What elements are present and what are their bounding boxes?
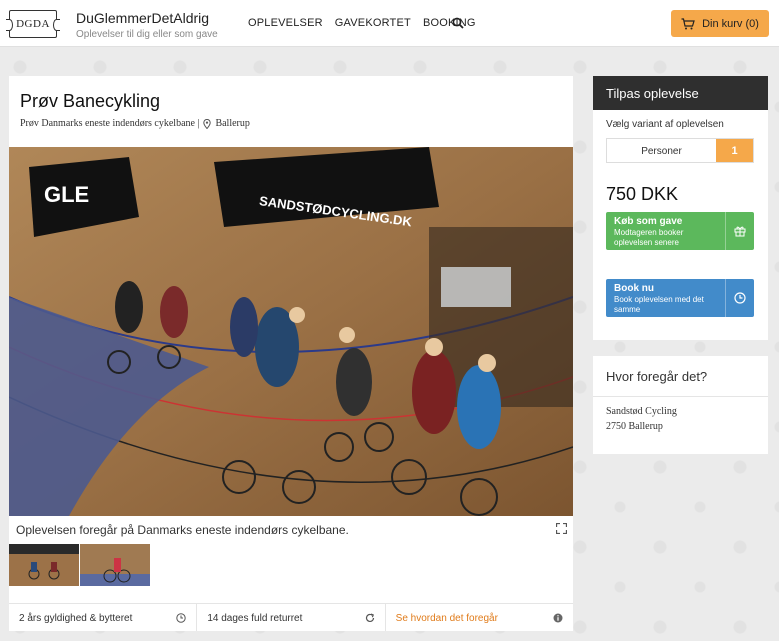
- how-it-works-text: Se hvordan det foregår: [395, 613, 498, 624]
- nav-item-booking[interactable]: BOOKING: [423, 17, 476, 29]
- thumbnail-1[interactable]: [9, 544, 79, 586]
- how-it-works-link[interactable]: Se hvordan det foregår: [386, 604, 573, 631]
- experience-subtitle: Prøv Danmarks eneste indendørs cykelbane…: [20, 118, 250, 129]
- gift-icon: [734, 226, 746, 237]
- customize-panel: Tilpas oplevelse Vælg variant af oplevel…: [593, 76, 768, 340]
- location-text[interactable]: Ballerup: [215, 118, 249, 129]
- top-header: DGDA DuGlemmerDetAldrig Oplevelser til d…: [0, 0, 779, 47]
- book-button-title: Book nu: [614, 283, 654, 294]
- gift-button-title: Køb som gave: [614, 216, 683, 227]
- button-divider: [725, 279, 726, 317]
- search-icon[interactable]: [452, 17, 464, 29]
- divider: [593, 396, 768, 397]
- cart-icon: [681, 17, 695, 29]
- clock-icon: [176, 613, 187, 623]
- location-heading: Hvor foregår det?: [606, 369, 708, 384]
- return-text: 14 dages fuld returret: [207, 613, 303, 624]
- validity-text: 2 års gyldighed & bytteret: [19, 613, 133, 624]
- subtitle-text: Prøv Danmarks eneste indendørs cykelbane…: [20, 118, 200, 129]
- brand-name[interactable]: DuGlemmerDetAldrig: [76, 10, 209, 26]
- nav-item-gavekortet[interactable]: GAVEKORTET: [335, 17, 411, 29]
- book-button-sub: Book oplevelsen med det samme: [614, 295, 704, 314]
- persons-selector[interactable]: Personer 1: [606, 138, 754, 163]
- validity-info: 2 års gyldighed & bytteret: [9, 604, 198, 631]
- persons-label: Personer: [641, 146, 682, 157]
- page-title: Prøv Banecykling: [20, 91, 161, 111]
- variant-label: Vælg variant af oplevelsen: [606, 119, 724, 130]
- book-now-button[interactable]: Book nu Book oplevelsen med det samme: [606, 279, 754, 317]
- button-divider: [725, 212, 726, 250]
- thumbnail-2[interactable]: [80, 544, 150, 586]
- thumbnail-strip: [9, 544, 150, 586]
- return-info: 14 dages fuld returret: [197, 604, 386, 631]
- experience-card: Prøv Banecykling Prøv Danmarks eneste in…: [9, 76, 573, 631]
- info-icon: [553, 613, 563, 623]
- cart-label: Din kurv (0): [702, 17, 759, 30]
- hero-image[interactable]: GLE SANDSTØDCYCLING.DK: [9, 147, 573, 516]
- persons-count[interactable]: 1: [716, 139, 753, 162]
- brand-tagline: Oplevelser til dig eller som gave: [76, 29, 218, 40]
- velodrome-photo: GLE SANDSTØDCYCLING.DK: [9, 147, 573, 516]
- nav-item-oplevelser[interactable]: OPLEVELSER: [248, 17, 323, 29]
- address-city: 2750 Ballerup: [606, 421, 663, 432]
- cart-button[interactable]: Din kurv (0): [671, 10, 769, 37]
- panel-heading: Tilpas oplevelse: [593, 76, 768, 110]
- location-panel: Hvor foregår det? Sandstød Cycling 2750 …: [593, 356, 768, 454]
- map-pin-icon: [203, 118, 212, 129]
- address-name: Sandstød Cycling: [606, 406, 677, 417]
- logo[interactable]: DGDA: [6, 10, 60, 38]
- info-bar: 2 års gyldighed & bytteret 14 dages fuld…: [9, 603, 573, 631]
- svg-text:GLE: GLE: [44, 182, 89, 207]
- refresh-icon: [365, 613, 374, 623]
- expand-icon[interactable]: [556, 523, 567, 534]
- clock-icon: [734, 292, 746, 304]
- price: 750 DKK: [606, 184, 679, 204]
- image-caption: Oplevelsen foregår på Danmarks eneste in…: [16, 523, 349, 537]
- buy-as-gift-button[interactable]: Køb som gave Modtageren booker oplevelse…: [606, 212, 754, 250]
- gift-button-sub: Modtageren booker oplevelsen senere: [614, 228, 684, 247]
- logo-text: DGDA: [16, 18, 50, 30]
